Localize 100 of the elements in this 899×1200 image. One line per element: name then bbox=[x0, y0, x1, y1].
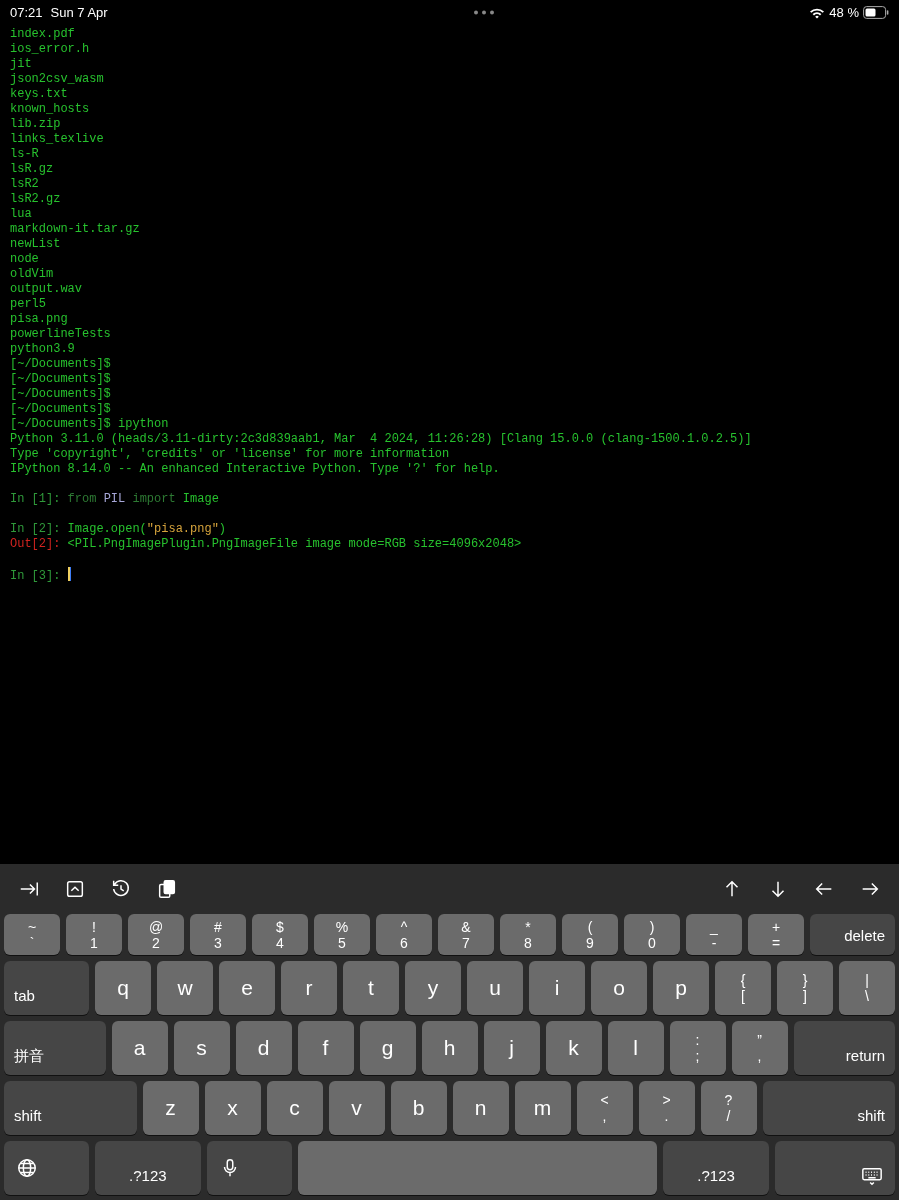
function-key[interactable]: return bbox=[793, 1021, 895, 1075]
output-text: lua bbox=[10, 207, 32, 221]
key[interactable]: j bbox=[483, 1021, 540, 1075]
key[interactable]: x bbox=[204, 1081, 261, 1135]
output-text: index.pdf bbox=[10, 27, 75, 41]
key[interactable]: ) 0 bbox=[624, 914, 680, 955]
function-key[interactable]: shift bbox=[4, 1081, 137, 1135]
output-text: ios_error.h bbox=[10, 42, 90, 56]
more-dots-icon[interactable] bbox=[473, 10, 494, 15]
output-text: Image.open( bbox=[67, 522, 147, 536]
output-text: lsR2 bbox=[10, 177, 39, 191]
key[interactable]: o bbox=[591, 961, 647, 1015]
module-name: PIL bbox=[103, 492, 127, 506]
key[interactable]: n bbox=[452, 1081, 509, 1135]
output-text: lsR.gz bbox=[10, 162, 54, 176]
key[interactable]: m bbox=[514, 1081, 571, 1135]
key[interactable]: c bbox=[266, 1081, 323, 1135]
key[interactable]: @ 2 bbox=[128, 914, 184, 955]
keyword-text: from bbox=[67, 492, 98, 506]
key[interactable]: f bbox=[297, 1021, 354, 1075]
key[interactable]: g bbox=[359, 1021, 416, 1075]
key[interactable]: } ] bbox=[777, 961, 833, 1015]
key[interactable]: ^ 6 bbox=[376, 914, 432, 955]
key[interactable]: ? / bbox=[700, 1081, 757, 1135]
toolbar-clipboard-button[interactable] bbox=[156, 878, 178, 900]
wifi-icon bbox=[809, 6, 826, 19]
function-key[interactable]: delete bbox=[810, 914, 895, 955]
output-text: powerlineTests bbox=[10, 327, 111, 341]
globe-key[interactable] bbox=[4, 1141, 89, 1195]
toolbar-caret-box-button[interactable] bbox=[64, 878, 86, 900]
output-text: keys.txt bbox=[10, 87, 68, 101]
output-text: known_hosts bbox=[10, 102, 90, 116]
globe-icon bbox=[16, 1157, 38, 1179]
key[interactable]: w bbox=[157, 961, 213, 1015]
key[interactable]: h bbox=[421, 1021, 478, 1075]
output-prompt: Out[2]: bbox=[10, 537, 62, 551]
key[interactable]: v bbox=[328, 1081, 385, 1135]
output-text: node bbox=[10, 252, 39, 266]
key[interactable]: s bbox=[173, 1021, 230, 1075]
key[interactable]: % 5 bbox=[314, 914, 370, 955]
text-cursor bbox=[67, 567, 71, 581]
output-text: IPython 8.14.0 -- An enhanced Interactive Python. Type '?' for help. bbox=[10, 462, 500, 476]
hide-keyboard-key[interactable] bbox=[775, 1141, 895, 1195]
keyword-text: import bbox=[132, 492, 177, 506]
output-text: ) bbox=[218, 522, 227, 536]
output-text: python3.9 bbox=[10, 342, 75, 356]
output-text: output.wav bbox=[10, 282, 82, 296]
output-text: [~/Documents]$ bbox=[10, 372, 111, 386]
key[interactable]: ( 9 bbox=[562, 914, 618, 955]
key[interactable]: * 8 bbox=[500, 914, 556, 955]
clipboard-icon bbox=[156, 878, 178, 900]
key[interactable]: d bbox=[235, 1021, 292, 1075]
key[interactable]: q bbox=[95, 961, 151, 1015]
input-prompt: In [2]: bbox=[10, 522, 62, 536]
key[interactable]: & 7 bbox=[438, 914, 494, 955]
key[interactable]: { [ bbox=[715, 961, 771, 1015]
key[interactable]: ! 1 bbox=[66, 914, 122, 955]
mode-key[interactable]: .?123 bbox=[663, 1141, 769, 1195]
key[interactable]: _ - bbox=[686, 914, 742, 955]
key[interactable]: l bbox=[607, 1021, 664, 1075]
output-text: [~/Documents]$ bbox=[10, 402, 111, 416]
function-key[interactable]: tab bbox=[4, 961, 89, 1015]
key[interactable]: a bbox=[111, 1021, 168, 1075]
key[interactable]: ” , bbox=[731, 1021, 788, 1075]
mode-key[interactable]: .?123 bbox=[95, 1141, 201, 1195]
key[interactable]: | \ bbox=[839, 961, 895, 1015]
battery-percent: 48 % bbox=[829, 3, 859, 22]
output-text: <PIL.PngImagePlugin.PngImageFile image mode=RGB size=4096x2048> bbox=[67, 537, 522, 551]
input-prompt: In [3]: bbox=[10, 569, 62, 583]
key[interactable]: t bbox=[343, 961, 399, 1015]
key[interactable]: b bbox=[390, 1081, 447, 1135]
output-text: links_texlive bbox=[10, 132, 104, 146]
key[interactable]: + = bbox=[748, 914, 804, 955]
key[interactable]: k bbox=[545, 1021, 602, 1075]
key[interactable]: < , bbox=[576, 1081, 633, 1135]
output-text: [~/Documents]$ bbox=[10, 387, 111, 401]
key[interactable]: ~ ` bbox=[4, 914, 60, 955]
status-date: Sun 7 Apr bbox=[50, 3, 108, 22]
output-text: jit bbox=[10, 57, 32, 71]
function-key[interactable]: shift bbox=[762, 1081, 895, 1135]
output-text: markdown-it.tar.gz bbox=[10, 222, 140, 236]
function-key[interactable]: 拼音 bbox=[4, 1021, 106, 1075]
output-text: [~/Documents]$ ipython bbox=[10, 417, 169, 431]
output-text: Python 3.11.0 (heads/3.11-dirty:2c3d839aab1, Mar 4 2024, 11:26:28) [Clang 15.0.0 (clang-1500.1.0.2.5)] bbox=[10, 432, 752, 446]
output-text: newList bbox=[10, 237, 61, 251]
key[interactable]: $ 4 bbox=[252, 914, 308, 955]
output-text: lib.zip bbox=[10, 117, 61, 131]
key[interactable]: r bbox=[281, 961, 337, 1015]
key[interactable]: i bbox=[529, 961, 585, 1015]
output-text: oldVim bbox=[10, 267, 54, 281]
key[interactable]: > . bbox=[638, 1081, 695, 1135]
input-prompt: In [1]: bbox=[10, 492, 62, 506]
key[interactable]: : ; bbox=[669, 1021, 726, 1075]
key[interactable]: e bbox=[219, 961, 275, 1015]
key[interactable]: y bbox=[405, 961, 461, 1015]
output-text: lsR2.gz bbox=[10, 192, 61, 206]
key[interactable]: z bbox=[142, 1081, 199, 1135]
key[interactable]: # 3 bbox=[190, 914, 246, 955]
key[interactable]: p bbox=[653, 961, 709, 1015]
key[interactable]: u bbox=[467, 961, 523, 1015]
